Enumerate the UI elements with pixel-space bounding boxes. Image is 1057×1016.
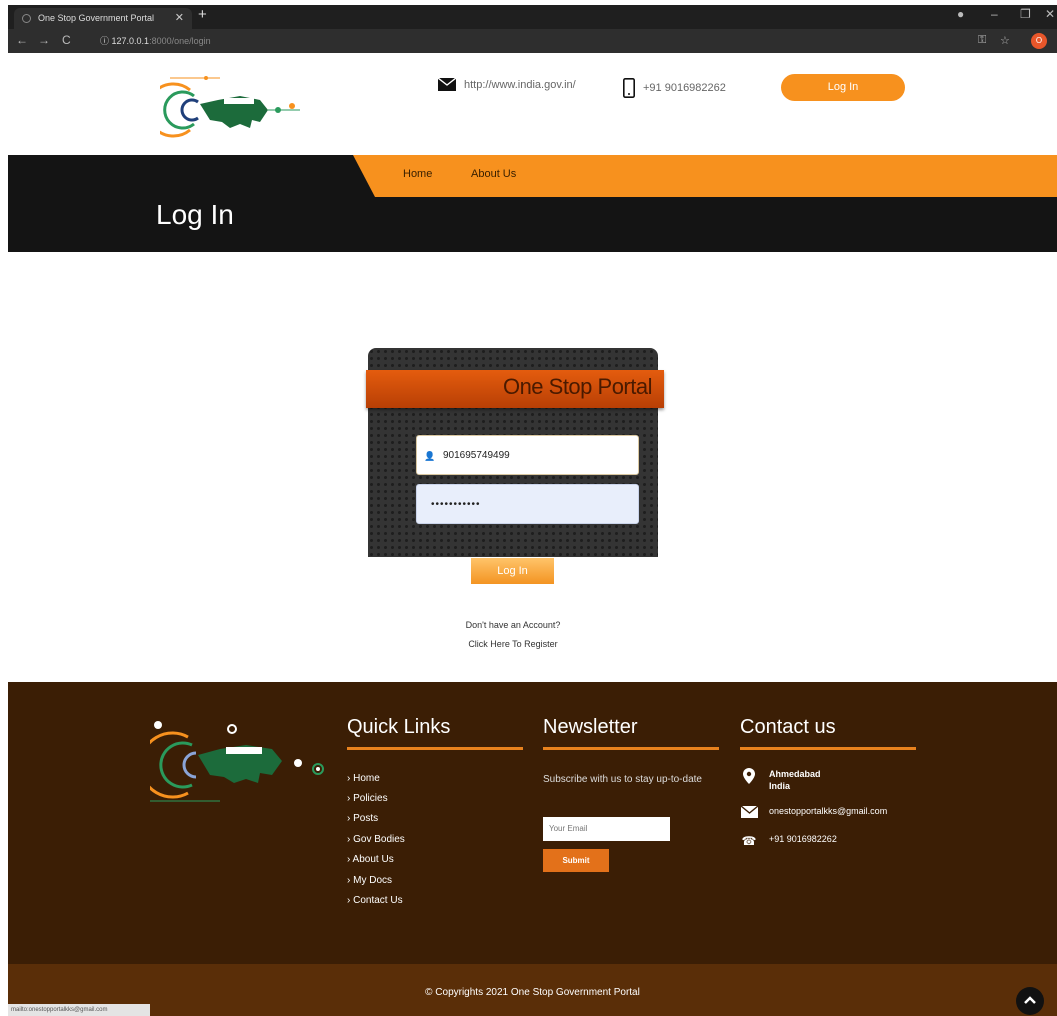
- footer-link-about-us[interactable]: › About Us: [347, 854, 394, 865]
- login-submit-button[interactable]: Log In: [471, 558, 554, 584]
- newsletter-text: Subscribe with us to stay up-to-date: [543, 774, 702, 785]
- forward-icon[interactable]: →: [38, 33, 50, 47]
- tab-title: One Stop Government Portal: [38, 13, 155, 23]
- username-input[interactable]: 👤 901695749499: [416, 435, 639, 475]
- browser-toolbar: ← → C ⓘ 127.0.0.1:8000/one/login ⚿ ☆ O: [8, 29, 1057, 53]
- password-value: •••••••••••: [431, 499, 481, 510]
- nav-about-us[interactable]: About Us: [471, 168, 516, 180]
- maximize-icon[interactable]: ❐: [1020, 7, 1031, 21]
- digital-india-logo: [160, 76, 300, 138]
- reload-icon[interactable]: C: [62, 33, 71, 47]
- website-text: http://www.india.gov.in/: [464, 78, 576, 91]
- username-value: 901695749499: [443, 450, 510, 461]
- info-icon: ⓘ: [100, 36, 112, 46]
- chevron-up-icon: [1024, 996, 1036, 1004]
- email-icon: [740, 805, 759, 821]
- login-card-title: One Stop Portal: [502, 374, 653, 399]
- nav-home[interactable]: Home: [403, 168, 432, 180]
- footer-link-posts[interactable]: › Posts: [347, 813, 378, 824]
- quick-links-underline: [347, 747, 523, 750]
- footer-link-home[interactable]: › Home: [347, 773, 380, 784]
- password-input[interactable]: •••••••••••: [416, 484, 639, 524]
- mobile-phone-icon: [623, 78, 635, 98]
- newsletter-submit-button[interactable]: Submit: [543, 849, 609, 872]
- close-window-icon[interactable]: ✕: [1045, 7, 1055, 21]
- scroll-to-top-button[interactable]: [1016, 987, 1044, 1015]
- tab-close-icon[interactable]: ✕: [175, 8, 184, 29]
- browser-status-url: mailto:onestopportalkks@gmail.com: [8, 1004, 150, 1016]
- no-account-text: Don't have an Account?: [465, 620, 561, 630]
- nav-strip: Home About Us: [353, 155, 1057, 197]
- address-bar[interactable]: ⓘ 127.0.0.1:8000/one/login: [92, 32, 972, 50]
- contact-underline: [740, 747, 916, 750]
- mail-icon: [438, 78, 456, 91]
- page: One Stop Government Portal ✕ + ● – ❐ ✕ ←…: [0, 0, 1057, 1016]
- minimize-icon[interactable]: –: [991, 7, 998, 21]
- footer-link-my-docs[interactable]: › My Docs: [347, 875, 392, 886]
- key-icon[interactable]: ⚿: [978, 34, 986, 47]
- contact-email[interactable]: onestopportalkks@gmail.com: [740, 805, 888, 821]
- phone-text: +91 9016982262: [643, 82, 726, 94]
- copyright-bar: © Copyrights 2021 One Stop Government Po…: [8, 964, 1057, 1016]
- header-website[interactable]: http://www.india.gov.in/: [438, 78, 576, 91]
- tab-favicon-icon: [22, 14, 31, 23]
- header-phone: +91 9016982262: [623, 78, 726, 98]
- login-card-banner: One Stop Portal: [366, 370, 664, 408]
- footer-link-contact-us[interactable]: › Contact Us: [347, 895, 403, 906]
- browser-tab-strip: One Stop Government Portal ✕ + ● – ❐ ✕: [8, 5, 1057, 29]
- new-tab-icon[interactable]: +: [198, 6, 207, 23]
- footer-digital-india-logo: [150, 721, 324, 802]
- quick-links-heading: Quick Links: [347, 716, 451, 738]
- back-icon[interactable]: ←: [16, 33, 28, 47]
- contact-email-text: onestopportalkks@gmail.com: [769, 806, 888, 816]
- newsletter-underline: [543, 747, 719, 750]
- newsletter-email-input[interactable]: Your Email: [543, 817, 670, 841]
- profile-avatar[interactable]: O: [1031, 33, 1047, 49]
- contact-country: India: [769, 781, 791, 791]
- page-title: Log In: [156, 199, 234, 230]
- contact-phone: ☎ +91 9016982262: [741, 834, 837, 848]
- footer-link-policies[interactable]: › Policies: [347, 793, 388, 804]
- browser-tab[interactable]: One Stop Government Portal ✕: [14, 8, 192, 29]
- newsletter-heading: Newsletter: [543, 716, 638, 738]
- register-link[interactable]: Click Here To Register: [368, 639, 658, 649]
- header-login-button[interactable]: Log In: [781, 74, 905, 101]
- footer-link-gov-bodies[interactable]: › Gov Bodies: [347, 834, 405, 845]
- bookmark-star-icon[interactable]: ☆: [1000, 34, 1010, 47]
- contact-address: Ahmedabad India: [741, 768, 821, 792]
- user-icon: 👤: [424, 451, 436, 461]
- contact-phone-text: +91 9016982262: [769, 834, 837, 844]
- telephone-icon: ☎: [741, 834, 757, 848]
- contact-city: Ahmedabad: [769, 769, 821, 779]
- url-host: 127.0.0.1: [111, 36, 150, 46]
- contact-heading: Contact us: [740, 716, 836, 738]
- map-pin-icon: [741, 768, 757, 787]
- url-path: :8000/one/login: [149, 36, 211, 46]
- copyright-text: © Copyrights 2021 One Stop Government Po…: [425, 987, 640, 998]
- navigation-banner: Home About Us Log In: [8, 155, 1057, 252]
- account-icon[interactable]: ●: [957, 7, 964, 21]
